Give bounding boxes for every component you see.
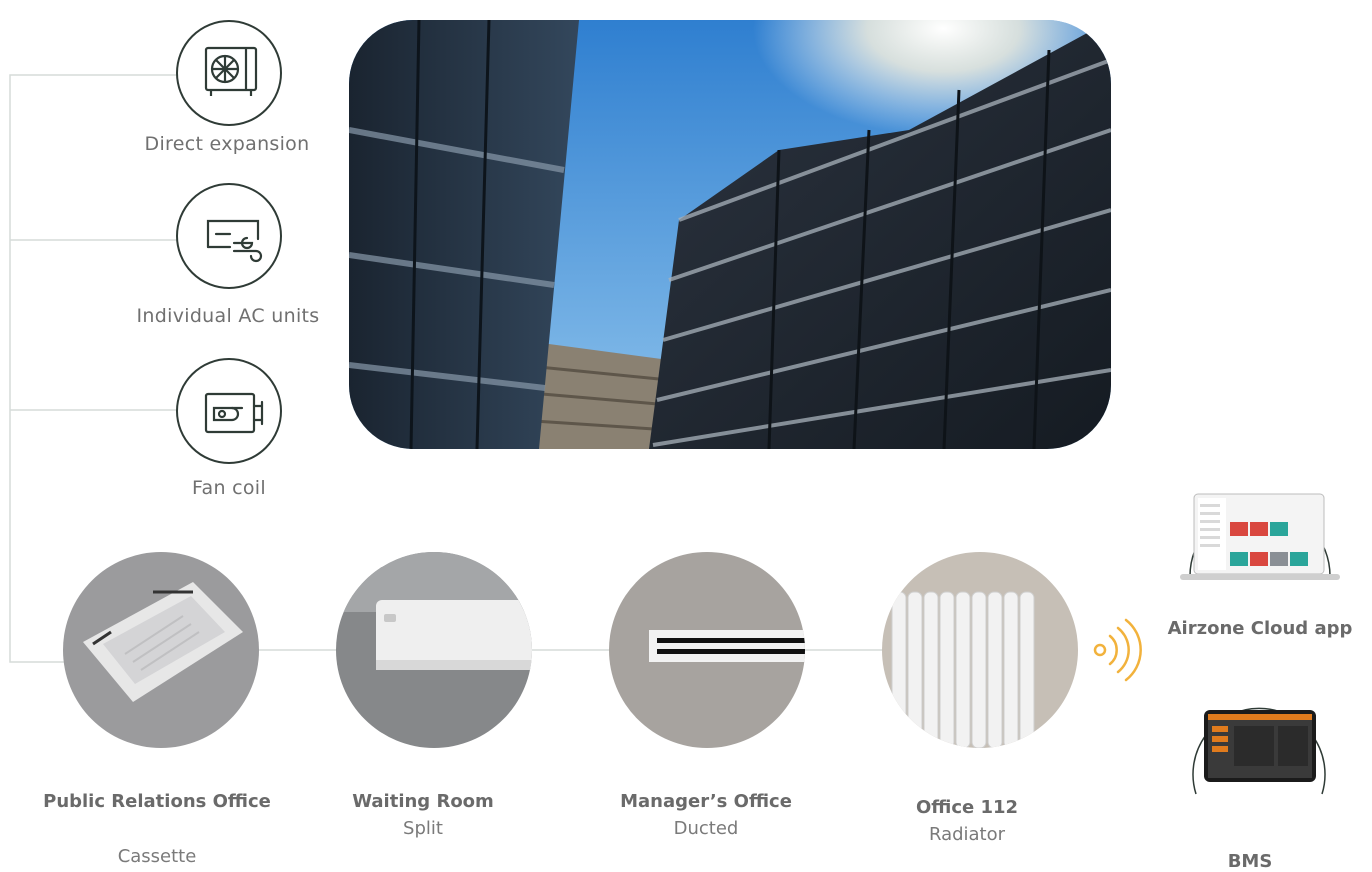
system-label-individual-ac: Individual AC units (136, 305, 320, 327)
duct-grille-photo (609, 552, 805, 748)
room-name-waiting-room: Waiting Room (352, 791, 494, 812)
split-ac-icon (176, 183, 282, 289)
bms-label: BMS (1227, 851, 1273, 872)
radiator-photo (882, 552, 1078, 748)
laptop-icon[interactable] (1180, 444, 1340, 584)
cassette-unit-photo (63, 552, 259, 748)
room-type-office-112: Radiator (928, 824, 1006, 845)
tablet-icon[interactable] (1186, 676, 1332, 802)
system-label-fan-coil: Fan coil (192, 477, 266, 499)
room-type-managers-office: Ducted (673, 818, 739, 839)
system-label-direct-expansion: Direct expansion (144, 133, 310, 155)
room-type-public-relations: Cassette (117, 846, 197, 867)
outdoor-unit-icon (176, 20, 282, 126)
room-name-office-112: Office 112 (915, 797, 1019, 818)
room-type-waiting-room: Split (403, 818, 443, 839)
office-buildings-photo (349, 20, 1111, 449)
split-unit-photo (336, 552, 532, 748)
room-name-public-relations: Public Relations Office (43, 791, 271, 812)
wireless-signal-icon (1093, 618, 1142, 682)
fan-coil-icon (176, 358, 282, 464)
room-name-managers-office: Manager’s Office (620, 791, 792, 812)
cloud-app-label: Airzone Cloud app (1167, 618, 1353, 639)
